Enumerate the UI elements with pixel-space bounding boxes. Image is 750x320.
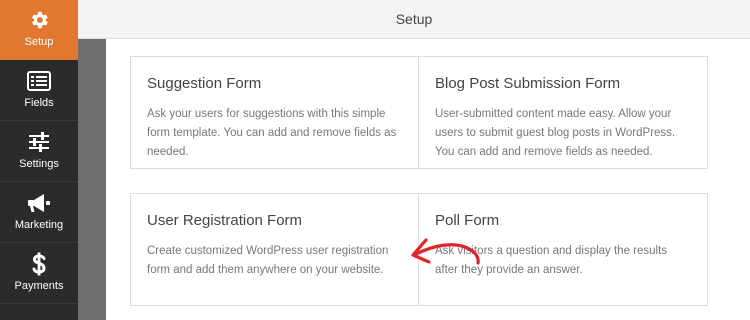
template-card-blog-post-submission-form[interactable]: Blog Post Submission Form User-submitted… — [418, 56, 708, 169]
page-title: Setup — [395, 11, 433, 27]
sidebar-item-label: Setup — [24, 36, 54, 48]
template-description: User-submitted content made easy. Allow … — [435, 108, 676, 158]
sidebar-item-label: Settings — [19, 158, 59, 170]
dollar-icon — [0, 252, 78, 276]
template-grid: Suggestion Form Ask your users for sugge… — [106, 39, 750, 320]
template-title: Poll Form — [435, 212, 500, 229]
sidebar-item-payments[interactable]: Payments — [0, 244, 78, 304]
sidebar-item-settings[interactable]: Settings — [0, 122, 78, 182]
megaphone-icon — [0, 191, 78, 215]
sidebar-item-setup[interactable]: Setup — [0, 0, 78, 60]
sidebar-item-label: Payments — [14, 280, 64, 292]
sliders-icon — [0, 130, 78, 154]
template-description: Create customized WordPress user registr… — [147, 245, 389, 276]
fields-list-icon — [0, 69, 78, 93]
top-bar: Setup — [78, 0, 750, 39]
annotation-arrow-icon — [411, 238, 480, 265]
sidebar-item-fields[interactable]: Fields — [0, 61, 78, 121]
template-card-suggestion-form[interactable]: Suggestion Form Ask your users for sugge… — [130, 56, 420, 169]
template-card-user-registration-form[interactable]: User Registration Form Create customized… — [130, 193, 420, 306]
builder-sidebar: Setup Fields Settings Marketing Payments — [0, 0, 78, 320]
template-description: Ask your users for suggestions with this… — [147, 108, 397, 158]
template-title: Suggestion Form — [147, 75, 262, 92]
sidebar-gutter — [78, 39, 106, 320]
sidebar-item-label: Marketing — [14, 219, 64, 231]
gear-icon — [0, 8, 78, 32]
sidebar-item-marketing[interactable]: Marketing — [0, 183, 78, 243]
template-title: User Registration Form — [147, 212, 303, 229]
template-title: Blog Post Submission Form — [435, 75, 621, 92]
sidebar-item-label: Fields — [24, 97, 54, 109]
